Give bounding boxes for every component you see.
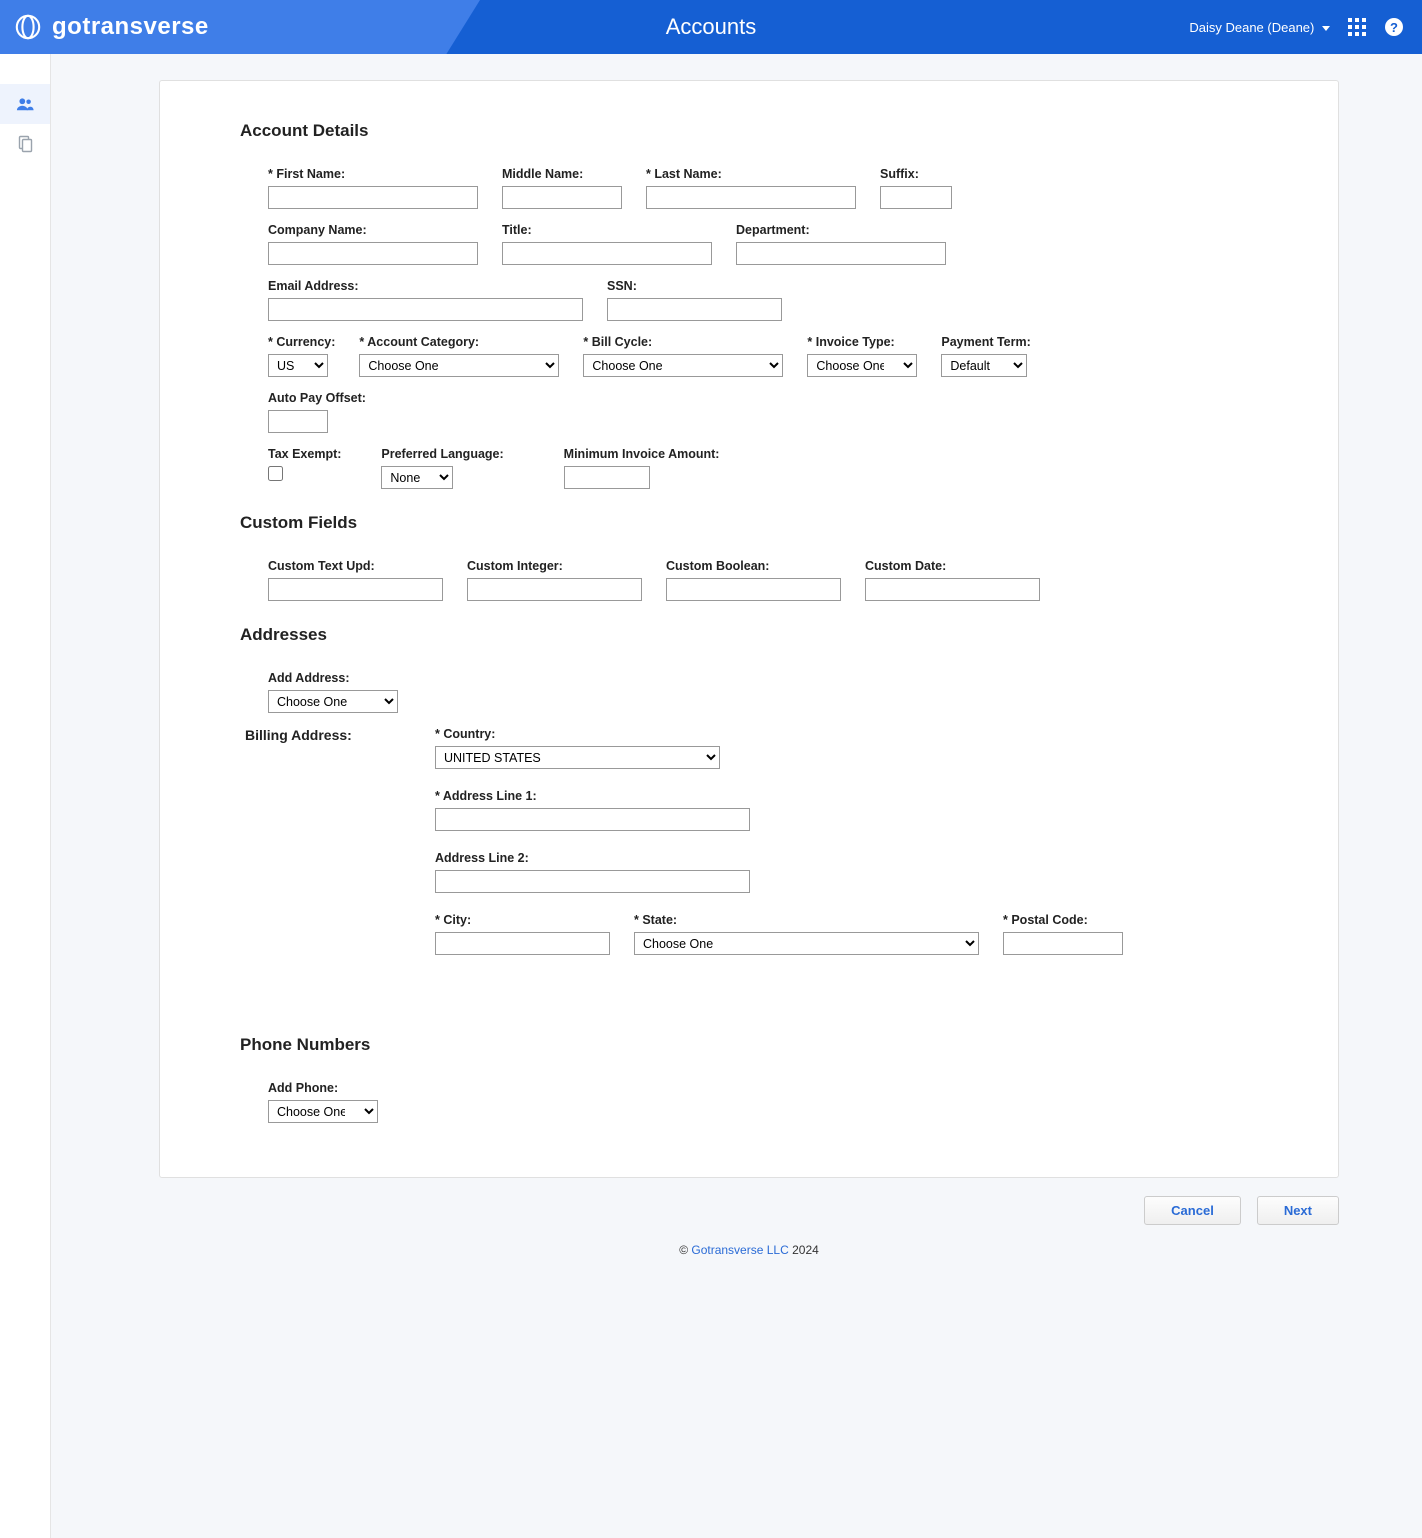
next-button[interactable]: Next: [1257, 1196, 1339, 1225]
bill-cycle-select[interactable]: Choose One: [583, 354, 783, 377]
custom-text-input[interactable]: [268, 578, 443, 601]
currency-label: Currency:: [268, 335, 335, 349]
form-actions: Cancel Next: [159, 1196, 1339, 1225]
title-label: Title:: [502, 223, 712, 237]
custom-text-label: Custom Text Upd:: [268, 559, 443, 573]
addr-line1-input[interactable]: [435, 808, 750, 831]
ssn-input[interactable]: [607, 298, 782, 321]
tax-exempt-label: Tax Exempt:: [268, 447, 341, 461]
state-label: State:: [634, 913, 979, 927]
main-content: Account Details First Name: Middle Name:…: [51, 54, 1422, 1538]
city-input[interactable]: [435, 932, 610, 955]
custom-date-input[interactable]: [865, 578, 1040, 601]
company-label: Company Name:: [268, 223, 478, 237]
tax-exempt-checkbox[interactable]: [268, 466, 283, 481]
user-label: Daisy Deane (Deane): [1189, 20, 1314, 35]
footer: © Gotransverse LLC 2024: [159, 1225, 1339, 1287]
last-name-input[interactable]: [646, 186, 856, 209]
department-label: Department:: [736, 223, 946, 237]
custom-integer-input[interactable]: [467, 578, 642, 601]
section-account-details: Account Details: [240, 121, 1258, 141]
title-input[interactable]: [502, 242, 712, 265]
addr-line1-label: Address Line 1:: [435, 789, 1123, 803]
addr-line2-input[interactable]: [435, 870, 750, 893]
sidebar-clipboard-icon[interactable]: [0, 124, 50, 164]
first-name-label: First Name:: [268, 167, 478, 181]
section-addresses: Addresses: [240, 625, 1258, 645]
add-address-label: Add Address:: [268, 671, 398, 685]
copyright-symbol: ©: [679, 1243, 688, 1257]
currency-select[interactable]: USD: [268, 354, 328, 377]
middle-name-label: Middle Name:: [502, 167, 622, 181]
custom-date-label: Custom Date:: [865, 559, 1040, 573]
app-header: gotransverse Accounts Daisy Deane (Deane…: [0, 0, 1422, 54]
help-icon[interactable]: ?: [1384, 17, 1404, 37]
min-invoice-label: Minimum Invoice Amount:: [564, 447, 720, 461]
postal-input[interactable]: [1003, 932, 1123, 955]
bill-cycle-label: Bill Cycle:: [583, 335, 783, 349]
payment-term-select[interactable]: Default: [941, 354, 1027, 377]
cancel-button[interactable]: Cancel: [1144, 1196, 1241, 1225]
apps-grid-icon[interactable]: [1348, 18, 1366, 36]
footer-year: 2024: [792, 1243, 819, 1257]
first-name-input[interactable]: [268, 186, 478, 209]
auto-pay-offset-input[interactable]: [268, 410, 328, 433]
department-input[interactable]: [736, 242, 946, 265]
postal-label: Postal Code:: [1003, 913, 1123, 927]
section-phone-numbers: Phone Numbers: [240, 1035, 1258, 1055]
addr-line2-label: Address Line 2:: [435, 851, 1123, 865]
footer-link[interactable]: Gotransverse LLC: [691, 1243, 788, 1257]
last-name-label: Last Name:: [646, 167, 856, 181]
user-menu[interactable]: Daisy Deane (Deane): [1189, 20, 1330, 35]
state-select[interactable]: Choose One: [634, 932, 979, 955]
ssn-label: SSN:: [607, 279, 782, 293]
custom-boolean-label: Custom Boolean:: [666, 559, 841, 573]
auto-pay-offset-label: Auto Pay Offset:: [268, 391, 366, 405]
logo-icon: [14, 13, 42, 41]
invoice-type-label: Invoice Type:: [807, 335, 917, 349]
account-category-label: Account Category:: [359, 335, 559, 349]
section-custom-fields: Custom Fields: [240, 513, 1258, 533]
country-select[interactable]: UNITED STATES: [435, 746, 720, 769]
sidebar-accounts-icon[interactable]: [0, 84, 50, 124]
add-phone-label: Add Phone:: [268, 1081, 378, 1095]
email-label: Email Address:: [268, 279, 583, 293]
brand-name: gotransverse: [52, 13, 209, 41]
custom-boolean-input[interactable]: [666, 578, 841, 601]
suffix-label: Suffix:: [880, 167, 952, 181]
chevron-down-icon: [1322, 26, 1330, 31]
suffix-input[interactable]: [880, 186, 952, 209]
country-label: Country:: [435, 727, 1123, 741]
account-category-select[interactable]: Choose One: [359, 354, 559, 377]
clipboard-icon: [17, 135, 33, 153]
page-title: Accounts: [666, 14, 757, 40]
users-icon: [16, 96, 34, 112]
min-invoice-input[interactable]: [564, 466, 650, 489]
pref-lang-label: Preferred Language:: [381, 447, 503, 461]
middle-name-input[interactable]: [502, 186, 622, 209]
brand-logo[interactable]: gotransverse: [14, 13, 209, 41]
billing-address-label: Billing Address:: [245, 727, 375, 975]
add-address-select[interactable]: Choose One: [268, 690, 398, 713]
add-phone-select[interactable]: Choose One: [268, 1100, 378, 1123]
email-input[interactable]: [268, 298, 583, 321]
pref-lang-select[interactable]: None: [381, 466, 453, 489]
invoice-type-select[interactable]: Choose One: [807, 354, 917, 377]
form-card: Account Details First Name: Middle Name:…: [159, 80, 1339, 1178]
svg-text:?: ?: [1390, 20, 1398, 35]
city-label: City:: [435, 913, 610, 927]
company-input[interactable]: [268, 242, 478, 265]
sidebar-nav: [0, 54, 51, 1538]
payment-term-label: Payment Term:: [941, 335, 1030, 349]
custom-integer-label: Custom Integer:: [467, 559, 642, 573]
